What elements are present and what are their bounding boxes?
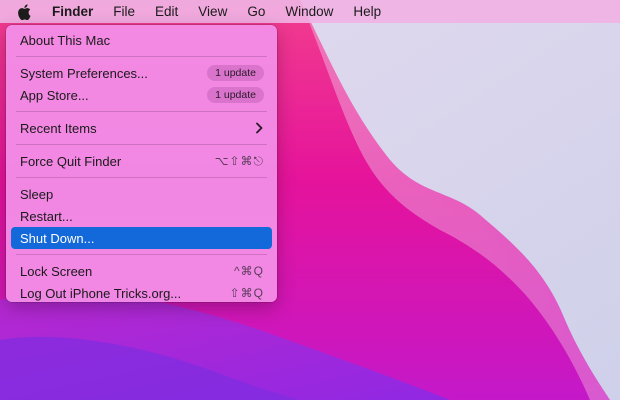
- update-badge: 1 update: [207, 65, 264, 81]
- apple-menu: About This Mac System Preferences... 1 u…: [6, 25, 277, 302]
- menu-item-restart[interactable]: Restart...: [11, 205, 272, 227]
- menu-separator: [16, 144, 267, 145]
- menu-item-label: Sleep: [20, 186, 54, 202]
- apple-logo-icon[interactable]: [17, 3, 32, 20]
- keyboard-shortcut: ⌥⇧⌘⎋: [214, 153, 264, 168]
- menu-item-force-quit[interactable]: Force Quit Finder ⌥⇧⌘⎋: [11, 150, 272, 172]
- menu-separator: [16, 254, 267, 255]
- menu-item-label: Lock Screen: [20, 263, 93, 279]
- menu-item-label: App Store...: [20, 87, 89, 103]
- menu-separator: [16, 177, 267, 178]
- menu-item-label: Force Quit Finder: [20, 153, 122, 169]
- menu-item-about[interactable]: About This Mac: [11, 29, 272, 51]
- menu-bar: Finder File Edit View Go Window Help: [0, 0, 620, 23]
- keyboard-shortcut: ⇧⌘Q: [229, 286, 264, 300]
- keyboard-shortcut: ^⌘Q: [234, 264, 264, 278]
- menu-item-label: Recent Items: [20, 120, 97, 136]
- menu-item-log-out[interactable]: Log Out iPhone Tricks.org... ⇧⌘Q: [11, 282, 272, 304]
- menu-separator: [16, 56, 267, 57]
- chevron-right-icon: [254, 122, 264, 134]
- menu-item-label: System Preferences...: [20, 65, 148, 81]
- update-badge: 1 update: [207, 87, 264, 103]
- menu-separator: [16, 111, 267, 112]
- menu-item-sleep[interactable]: Sleep: [11, 183, 272, 205]
- menubar-file[interactable]: File: [103, 0, 145, 23]
- menu-item-lock-screen[interactable]: Lock Screen ^⌘Q: [11, 260, 272, 282]
- menubar-view[interactable]: View: [188, 0, 237, 23]
- menu-item-label: Restart...: [20, 208, 73, 224]
- menubar-edit[interactable]: Edit: [145, 0, 188, 23]
- menu-item-recent-items[interactable]: Recent Items: [11, 117, 272, 139]
- menubar-help[interactable]: Help: [343, 0, 391, 23]
- menubar-go[interactable]: Go: [237, 0, 275, 23]
- menu-item-shut-down[interactable]: Shut Down...: [11, 227, 272, 249]
- menu-item-label: Log Out iPhone Tricks.org...: [20, 285, 182, 301]
- menubar-window[interactable]: Window: [275, 0, 343, 23]
- menu-item-label: Shut Down...: [20, 230, 95, 246]
- menu-item-label: About This Mac: [20, 32, 111, 48]
- menu-item-system-preferences[interactable]: System Preferences... 1 update: [11, 62, 272, 84]
- menu-item-app-store[interactable]: App Store... 1 update: [11, 84, 272, 106]
- menubar-finder[interactable]: Finder: [52, 0, 103, 23]
